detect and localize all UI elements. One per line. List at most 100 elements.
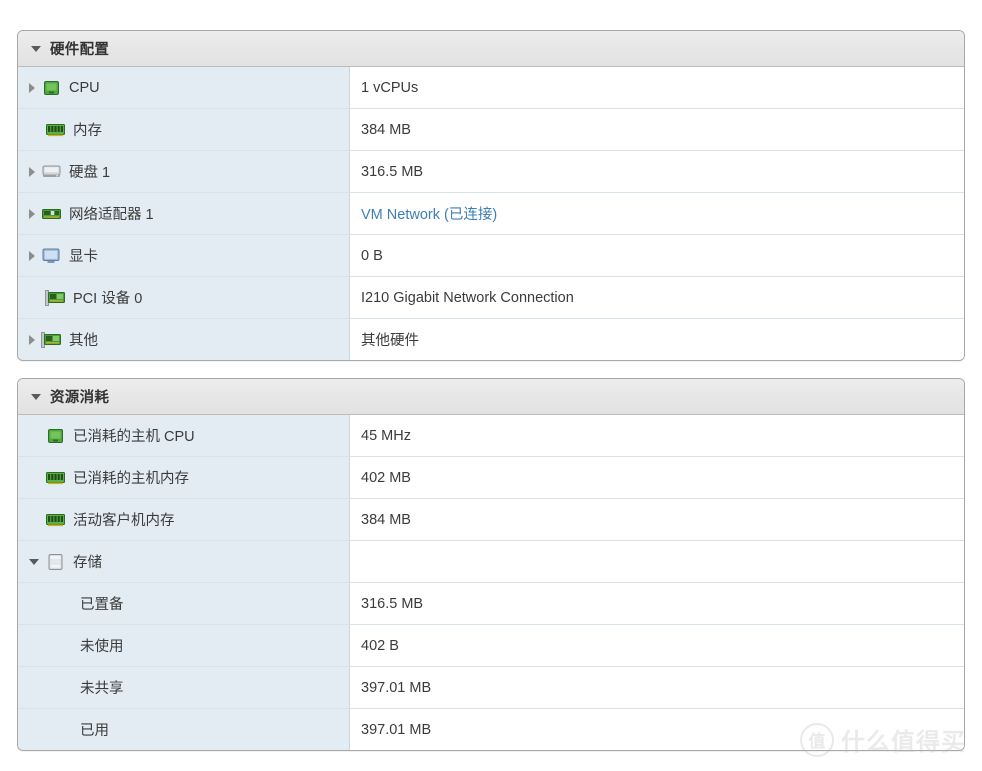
table-row[interactable]: 网络适配器 1 VM Network (已连接) (18, 192, 964, 234)
row-value: 0 B (361, 247, 383, 264)
row-label-cell: 硬盘 1 (18, 151, 350, 192)
row-value-cell: 1 vCPUs (350, 67, 964, 108)
row-value-cell: 384 MB (350, 499, 964, 540)
row-label-cell: 已消耗的主机 CPU (18, 415, 350, 456)
table-row[interactable]: 其他 其他硬件 (18, 318, 964, 360)
panel-hardware-collapse-triangle-icon[interactable] (31, 45, 41, 52)
row-value: 45 MHz (361, 427, 411, 444)
row-label-cell: 未共享 (18, 667, 350, 708)
storage-icon (44, 553, 66, 571)
monitor-icon (40, 247, 62, 265)
table-row[interactable]: 存储 (18, 540, 964, 582)
row-label-cell: 已用 (18, 709, 350, 750)
row-value-cell: VM Network (已连接) (350, 193, 964, 234)
panel-title-resource-consumption: 资源消耗 (50, 390, 110, 406)
row-label-cell: PCI 设备 0 (18, 277, 350, 318)
row-value-cell: 397.01 MB (350, 667, 964, 708)
row-value-cell: 402 MB (350, 457, 964, 498)
table-row[interactable]: 活动客户机内存 384 MB (18, 498, 964, 540)
row-0-expand-triangle-icon[interactable] (29, 82, 35, 93)
rows-hardware: CPU 1 vCPUs 内存 384 MB 硬盘 1 316.5 MB 网络适配器 1 VM … (18, 67, 964, 360)
row-label: 未使用 (80, 639, 124, 655)
row-label-cell: 网络适配器 1 (18, 193, 350, 234)
row-value-link[interactable]: VM Network (已连接) (361, 203, 497, 224)
row-label: 已置备 (80, 597, 124, 613)
row-label: 已消耗的主机内存 (73, 471, 189, 487)
row-value: 397.01 MB (361, 679, 432, 696)
memory-icon (44, 511, 66, 529)
panel-resource-consumption: 资源消耗 已消耗的主机 CPU 45 MHz 已消耗的主机内存 402 MB 活动客户机内… (17, 378, 965, 751)
table-row[interactable]: 显卡 0 B (18, 234, 964, 276)
panel-hardware: 硬件配置 CPU 1 vCPUs 内存 384 MB 硬盘 1 316.5 MB 网络适配器 … (17, 30, 965, 361)
row-value-cell: 384 MB (350, 109, 964, 150)
panel-title-hardware: 硬件配置 (50, 42, 110, 58)
cpu-icon (40, 79, 62, 97)
table-row[interactable]: 已消耗的主机 CPU 45 MHz (18, 415, 964, 456)
table-row[interactable]: 未使用 402 B (18, 624, 964, 666)
row-3-collapse-triangle-icon[interactable] (29, 558, 39, 565)
memory-icon (44, 121, 66, 139)
table-row[interactable]: 硬盘 1 316.5 MB (18, 150, 964, 192)
row-value-cell: I210 Gigabit Network Connection (350, 277, 964, 318)
table-row[interactable]: 已置备 316.5 MB (18, 582, 964, 624)
row-value: 397.01 MB (361, 721, 432, 738)
row-value-cell: 45 MHz (350, 415, 964, 456)
row-3-expand-triangle-icon[interactable] (29, 208, 35, 219)
row-label: 已消耗的主机 CPU (73, 429, 195, 445)
row-4-expand-triangle-icon[interactable] (29, 250, 35, 261)
row-label-cell: 内存 (18, 109, 350, 150)
row-value-cell: 402 B (350, 625, 964, 666)
row-label-cell: 存储 (18, 541, 350, 582)
row-value: 其他硬件 (361, 333, 419, 349)
panel-resource-consumption-collapse-triangle-icon[interactable] (31, 393, 41, 400)
panel-header-resource-consumption[interactable]: 资源消耗 (18, 379, 964, 415)
row-value: 402 B (361, 637, 399, 654)
cpu-icon (44, 427, 66, 445)
row-value: I210 Gigabit Network Connection (361, 289, 574, 306)
table-row[interactable]: 未共享 397.01 MB (18, 666, 964, 708)
row-label-cell: CPU (18, 67, 350, 108)
harddisk-icon (40, 163, 62, 181)
row-value-cell: 316.5 MB (350, 151, 964, 192)
table-row[interactable]: CPU 1 vCPUs (18, 67, 964, 108)
row-value-cell: 397.01 MB (350, 709, 964, 750)
table-row[interactable]: 已消耗的主机内存 402 MB (18, 456, 964, 498)
row-value: 1 vCPUs (361, 79, 419, 96)
table-row[interactable]: 内存 384 MB (18, 108, 964, 150)
row-value: 384 MB (361, 511, 411, 528)
row-label: 硬盘 1 (69, 165, 111, 181)
row-label: 网络适配器 1 (69, 207, 154, 223)
row-value: 316.5 MB (361, 595, 424, 612)
row-value-cell: 其他硬件 (350, 319, 964, 360)
row-value-cell: 316.5 MB (350, 583, 964, 624)
row-label-cell: 显卡 (18, 235, 350, 276)
sections-container: 硬件配置 CPU 1 vCPUs 内存 384 MB 硬盘 1 316.5 MB 网络适配器 … (17, 30, 965, 751)
table-row[interactable]: PCI 设备 0 I210 Gigabit Network Connection (18, 276, 964, 318)
rows-resource-consumption: 已消耗的主机 CPU 45 MHz 已消耗的主机内存 402 MB 活动客户机内存 384… (18, 415, 964, 750)
row-label: 内存 (73, 123, 102, 139)
network-adapter-icon (40, 205, 62, 223)
memory-icon (44, 469, 66, 487)
row-label-cell: 已消耗的主机内存 (18, 457, 350, 498)
row-value: 316.5 MB (361, 163, 424, 180)
row-label-cell: 其他 (18, 319, 350, 360)
row-6-expand-triangle-icon[interactable] (29, 334, 35, 345)
row-label: 其他 (69, 333, 98, 349)
table-row[interactable]: 已用 397.01 MB (18, 708, 964, 750)
panel-header-hardware[interactable]: 硬件配置 (18, 31, 964, 67)
row-2-expand-triangle-icon[interactable] (29, 166, 35, 177)
pci-device-icon (40, 331, 62, 349)
pci-device-icon (44, 289, 66, 307)
row-label-cell: 已置备 (18, 583, 350, 624)
row-label: 活动客户机内存 (73, 513, 175, 529)
vm-summary-page: 硬件配置 CPU 1 vCPUs 内存 384 MB 硬盘 1 316.5 MB 网络适配器 … (0, 0, 982, 751)
row-label: CPU (69, 79, 100, 96)
row-label: 显卡 (69, 249, 98, 265)
row-label: PCI 设备 0 (73, 291, 143, 307)
row-value-cell: 0 B (350, 235, 964, 276)
row-label: 已用 (80, 723, 109, 739)
